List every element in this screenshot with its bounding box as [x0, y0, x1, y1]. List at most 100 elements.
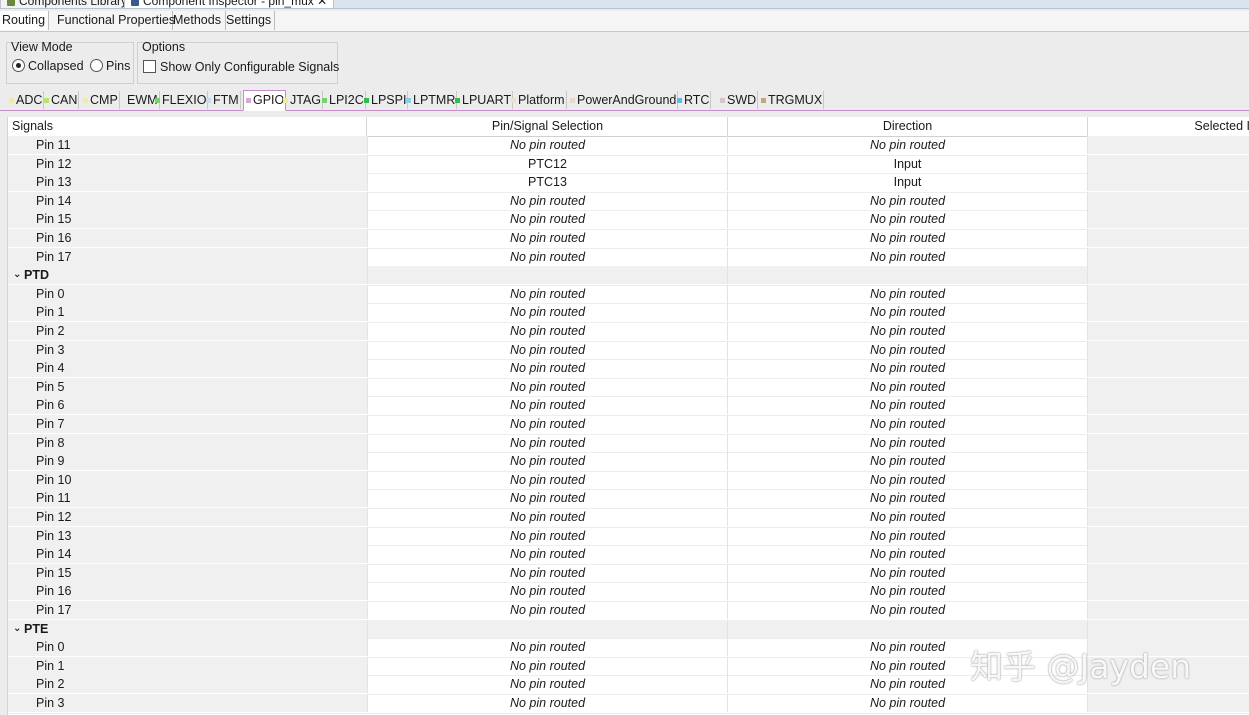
peripheral-tab-flexio[interactable]: FLEXIO [153, 91, 209, 109]
pin-selection-cell[interactable]: PTC12 [368, 154, 728, 173]
pin-selection-cell[interactable]: No pin routed [368, 563, 728, 582]
table-row[interactable]: Pin 13 No pin routed No pin routed [8, 526, 1249, 547]
direction-cell[interactable]: No pin routed [728, 526, 1088, 545]
direction-cell[interactable]: No pin routed [728, 191, 1088, 210]
peripheral-tab-trgmux[interactable]: TRGMUX [759, 91, 825, 109]
table-row[interactable]: Pin 5 No pin routed No pin routed [8, 377, 1249, 398]
show-only-configurable-checkbox[interactable]: Show Only Configurable Signals [143, 60, 339, 74]
direction-cell[interactable]: No pin routed [728, 582, 1088, 601]
table-row[interactable]: Pin 8 No pin routed No pin routed [8, 433, 1249, 454]
table-row[interactable]: Pin 15 No pin routed No pin routed [8, 210, 1249, 230]
table-row[interactable]: Pin 16 No pin routed No pin routed [8, 229, 1249, 249]
pin-selection-cell[interactable]: No pin routed [368, 545, 728, 564]
group-row[interactable]: ⌄ PTE [8, 619, 1249, 640]
table-row[interactable]: Pin 11 No pin routed No pin routed [8, 489, 1249, 509]
pin-selection-cell[interactable]: No pin routed [368, 229, 728, 247]
peripheral-tab-platform[interactable]: Platform [509, 91, 567, 109]
direction-cell[interactable]: No pin routed [728, 694, 1088, 712]
peripheral-tab-rtc[interactable]: RTC [675, 91, 712, 109]
table-row[interactable]: Pin 17 No pin routed No pin routed [8, 601, 1249, 621]
direction-cell[interactable]: No pin routed [728, 545, 1088, 564]
pin-selection-cell[interactable]: No pin routed [368, 247, 728, 266]
direction-cell[interactable]: No pin routed [728, 415, 1088, 433]
pin-selection-cell[interactable]: No pin routed [368, 415, 728, 433]
tab-components-library[interactable]: Components Library [0, 0, 135, 8]
table-row[interactable]: Pin 12 PTC12 Input [8, 154, 1249, 175]
peripheral-tab-lpspi[interactable]: LPSPI [362, 91, 409, 109]
column-pin-signal-selection[interactable]: Pin/Signal Selection [368, 117, 728, 136]
table-row[interactable]: Pin 13 PTC13 Input [8, 173, 1249, 193]
direction-cell[interactable]: No pin routed [728, 433, 1088, 452]
collapsed-radio[interactable]: Collapsed [12, 59, 84, 73]
direction-cell[interactable]: No pin routed [728, 508, 1088, 526]
direction-cell[interactable]: No pin routed [728, 377, 1088, 396]
direction-cell[interactable]: No pin routed [728, 470, 1088, 489]
pin-selection-cell[interactable]: No pin routed [368, 489, 728, 508]
peripheral-tab-jtag[interactable]: JTAG [281, 91, 324, 109]
table-row[interactable]: Pin 6 No pin routed No pin routed [8, 396, 1249, 416]
table-row[interactable]: Pin 7 No pin routed No pin routed [8, 415, 1249, 435]
table-row[interactable]: Pin 3 No pin routed No pin routed [8, 694, 1249, 714]
chevron-down-icon[interactable]: ⌄ [13, 620, 21, 638]
column-signals[interactable]: Signals [8, 117, 367, 136]
pin-selection-cell[interactable]: No pin routed [368, 322, 728, 340]
direction-cell[interactable]: No pin routed [728, 359, 1088, 378]
direction-cell[interactable]: No pin routed [728, 210, 1088, 229]
direction-cell[interactable]: Input [728, 154, 1088, 173]
table-row[interactable]: Pin 16 No pin routed No pin routed [8, 582, 1249, 602]
direction-cell[interactable]: No pin routed [728, 563, 1088, 582]
pin-selection-cell[interactable]: No pin routed [368, 303, 728, 322]
table-row[interactable]: Pin 4 No pin routed No pin routed [8, 359, 1249, 379]
direction-cell[interactable]: No pin routed [728, 452, 1088, 471]
peripheral-tab-lpi2c[interactable]: LPI2C [320, 91, 366, 109]
pin-selection-cell[interactable]: No pin routed [368, 601, 728, 619]
direction-cell[interactable]: No pin routed [728, 396, 1088, 415]
direction-cell[interactable]: No pin routed [728, 601, 1088, 619]
column-selected[interactable]: Selected I [1088, 117, 1249, 136]
table-row[interactable]: Pin 14 No pin routed No pin routed [8, 545, 1249, 565]
peripheral-tab-swd[interactable]: SWD [718, 91, 759, 109]
direction-cell[interactable]: No pin routed [728, 229, 1088, 247]
pin-selection-cell[interactable]: No pin routed [368, 340, 728, 359]
pin-selection-cell[interactable]: No pin routed [368, 470, 728, 489]
direction-cell[interactable]: No pin routed [728, 303, 1088, 322]
table-row[interactable]: Pin 10 No pin routed No pin routed [8, 470, 1249, 491]
direction-cell[interactable]: Input [728, 173, 1088, 192]
table-row[interactable]: Pin 9 No pin routed No pin routed [8, 452, 1249, 472]
table-row[interactable]: Pin 1 No pin routed No pin routed [8, 303, 1249, 323]
peripheral-tab-lptmr[interactable]: LPTMR [404, 91, 458, 109]
pin-selection-cell[interactable]: No pin routed [368, 656, 728, 675]
pins-radio[interactable]: Pins [90, 59, 130, 73]
table-row[interactable]: Pin 11 No pin routed No pin routed [8, 136, 1249, 156]
direction-cell[interactable]: No pin routed [728, 136, 1088, 154]
peripheral-tab-gpio[interactable]: GPIO [243, 90, 287, 111]
direction-cell[interactable]: No pin routed [728, 284, 1088, 303]
pin-selection-cell[interactable]: No pin routed [368, 377, 728, 396]
tab-settings[interactable]: Settings [224, 11, 275, 30]
table-row[interactable]: Pin 12 No pin routed No pin routed [8, 508, 1249, 528]
pin-selection-cell[interactable]: No pin routed [368, 210, 728, 229]
direction-cell[interactable]: No pin routed [728, 489, 1088, 508]
pin-selection-cell[interactable]: No pin routed [368, 452, 728, 471]
tab-routing[interactable]: Routing [0, 11, 49, 30]
direction-cell[interactable]: No pin routed [728, 340, 1088, 359]
pin-selection-cell[interactable]: No pin routed [368, 191, 728, 210]
tab-methods[interactable]: Methods [171, 11, 226, 30]
pin-selection-cell[interactable]: No pin routed [368, 396, 728, 415]
direction-cell[interactable]: No pin routed [728, 322, 1088, 340]
table-row[interactable]: Pin 14 No pin routed No pin routed [8, 191, 1249, 212]
chevron-down-icon[interactable]: ⌄ [13, 266, 21, 284]
peripheral-tab-ftm[interactable]: FTM [204, 91, 241, 109]
pin-selection-cell[interactable]: PTC13 [368, 173, 728, 192]
table-row[interactable]: Pin 17 No pin routed No pin routed [8, 247, 1249, 268]
pin-selection-cell[interactable]: No pin routed [368, 675, 728, 694]
tab-component-inspector[interactable]: Component Inspector - pin_mux ✕ [124, 0, 335, 8]
pin-selection-cell[interactable]: No pin routed [368, 638, 728, 657]
pin-selection-cell[interactable]: No pin routed [368, 582, 728, 601]
pin-selection-cell[interactable]: No pin routed [368, 284, 728, 303]
pin-selection-cell[interactable]: No pin routed [368, 694, 728, 712]
pin-selection-cell[interactable]: No pin routed [368, 526, 728, 545]
table-row[interactable]: Pin 2 No pin routed No pin routed [8, 322, 1249, 342]
pin-selection-cell[interactable]: No pin routed [368, 359, 728, 378]
table-row[interactable]: Pin 3 No pin routed No pin routed [8, 340, 1249, 361]
